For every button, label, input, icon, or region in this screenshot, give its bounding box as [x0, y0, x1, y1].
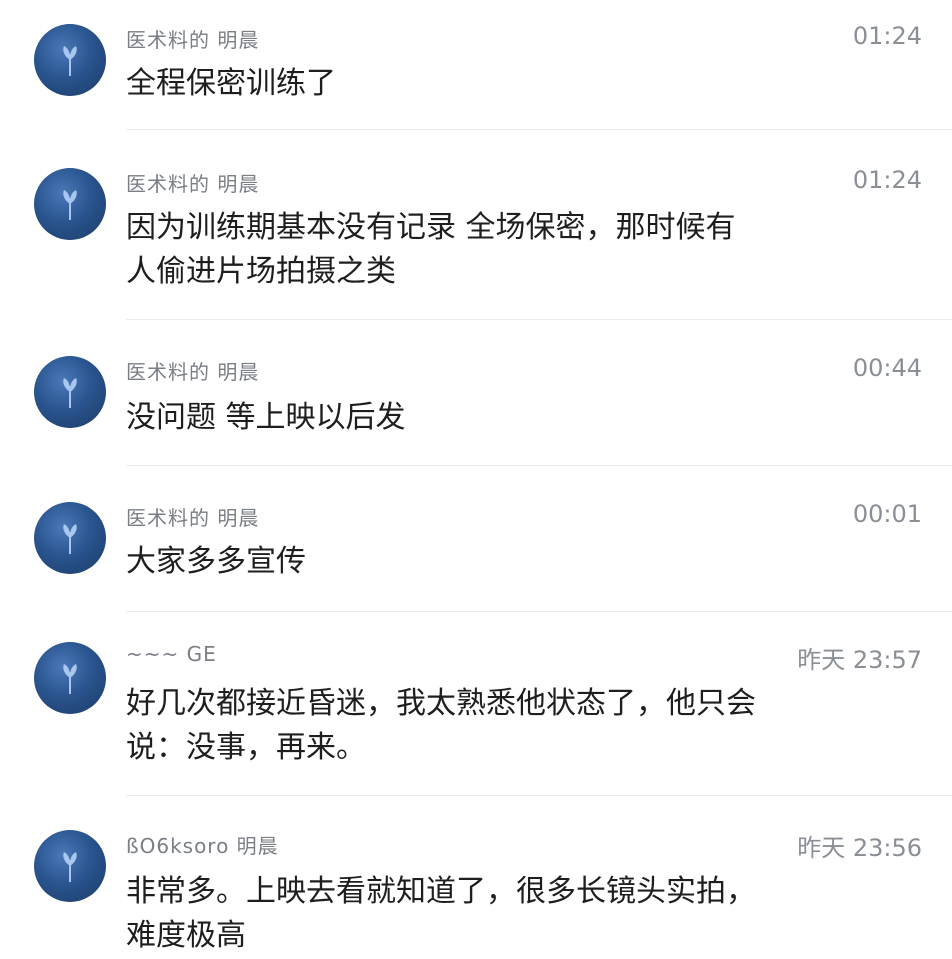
sprout-icon [63, 524, 77, 554]
comment-text-line: 好几次都接近昏迷，我太熟悉他状态了，他只会 [126, 686, 756, 721]
sprout-icon [63, 378, 77, 408]
comment-text: 全程保密训练了 [126, 62, 826, 106]
sender-name[interactable]: ßO6ksoro 明晨 [126, 830, 279, 859]
timestamp: 01:24 [852, 166, 922, 194]
comment-text: 好几次都接近昏迷，我太熟悉他状态了，他只会 说：没事，再来。 [126, 682, 826, 770]
comment-text-line: 说：没事，再来。 [126, 730, 366, 765]
comment-list: 医术料的 明晨 01:24 全程保密训练了 医术料的 明晨 01:24 因为训练… [0, 0, 952, 959]
comment-item[interactable]: ßO6ksoro 明晨 昨天 23:56 非常多。上映去看就知道了，很多长镜头实… [0, 796, 952, 959]
comment-item[interactable]: 医术料的 明晨 00:01 大家多多宣传 [0, 466, 952, 612]
comment-text-line: 大家多多宣传 [126, 544, 306, 579]
comment-item[interactable]: 医术料的 明晨 01:24 因为训练期基本没有记录 全场保密，那时候有 人偷进片… [0, 130, 952, 320]
timestamp: 昨天 23:57 [797, 646, 922, 674]
comment-text: 非常多。上映去看就知道了，很多长镜头实拍， 难度极高 [126, 870, 826, 958]
avatar[interactable] [34, 502, 106, 574]
comment-text: 没问题 等上映以后发 [126, 396, 826, 440]
comment-text-line: 非常多。上映去看就知道了，很多长镜头实拍， [126, 874, 756, 909]
comment-text-line: 因为训练期基本没有记录 全场保密，那时候有 [126, 210, 736, 245]
sprout-icon [63, 46, 77, 76]
comment-text-line: 全程保密训练了 [126, 66, 336, 101]
timestamp: 00:01 [852, 500, 922, 528]
sprout-icon [63, 664, 77, 694]
timestamp: 00:44 [852, 354, 922, 382]
comment-item[interactable]: 医术料的 明晨 01:24 全程保密训练了 [0, 0, 952, 130]
comment-text: 因为训练期基本没有记录 全场保密，那时候有 人偷进片场拍摄之类 [126, 206, 826, 294]
avatar[interactable] [34, 830, 106, 902]
timestamp: 01:24 [852, 22, 922, 50]
comment-item[interactable]: ~~~ GE 昨天 23:57 好几次都接近昏迷，我太熟悉他状态了，他只会 说：… [0, 612, 952, 796]
avatar[interactable] [34, 356, 106, 428]
sender-name[interactable]: 医术料的 明晨 [126, 24, 259, 53]
avatar[interactable] [34, 24, 106, 96]
avatar[interactable] [34, 168, 106, 240]
sender-name[interactable]: ~~~ GE [126, 642, 217, 666]
comment-item[interactable]: 医术料的 明晨 00:44 没问题 等上映以后发 [0, 320, 952, 466]
comment-text: 大家多多宣传 [126, 540, 826, 584]
sender-name[interactable]: 医术料的 明晨 [126, 168, 259, 197]
sender-name[interactable]: 医术料的 明晨 [126, 502, 259, 531]
sprout-icon [63, 852, 77, 882]
comment-text-line: 没问题 等上映以后发 [126, 400, 406, 435]
sprout-icon [63, 190, 77, 220]
comment-text-line: 难度极高 [126, 918, 246, 953]
comment-text-line: 人偷进片场拍摄之类 [126, 254, 396, 289]
timestamp: 昨天 23:56 [797, 834, 922, 862]
avatar[interactable] [34, 642, 106, 714]
sender-name[interactable]: 医术料的 明晨 [126, 356, 259, 385]
